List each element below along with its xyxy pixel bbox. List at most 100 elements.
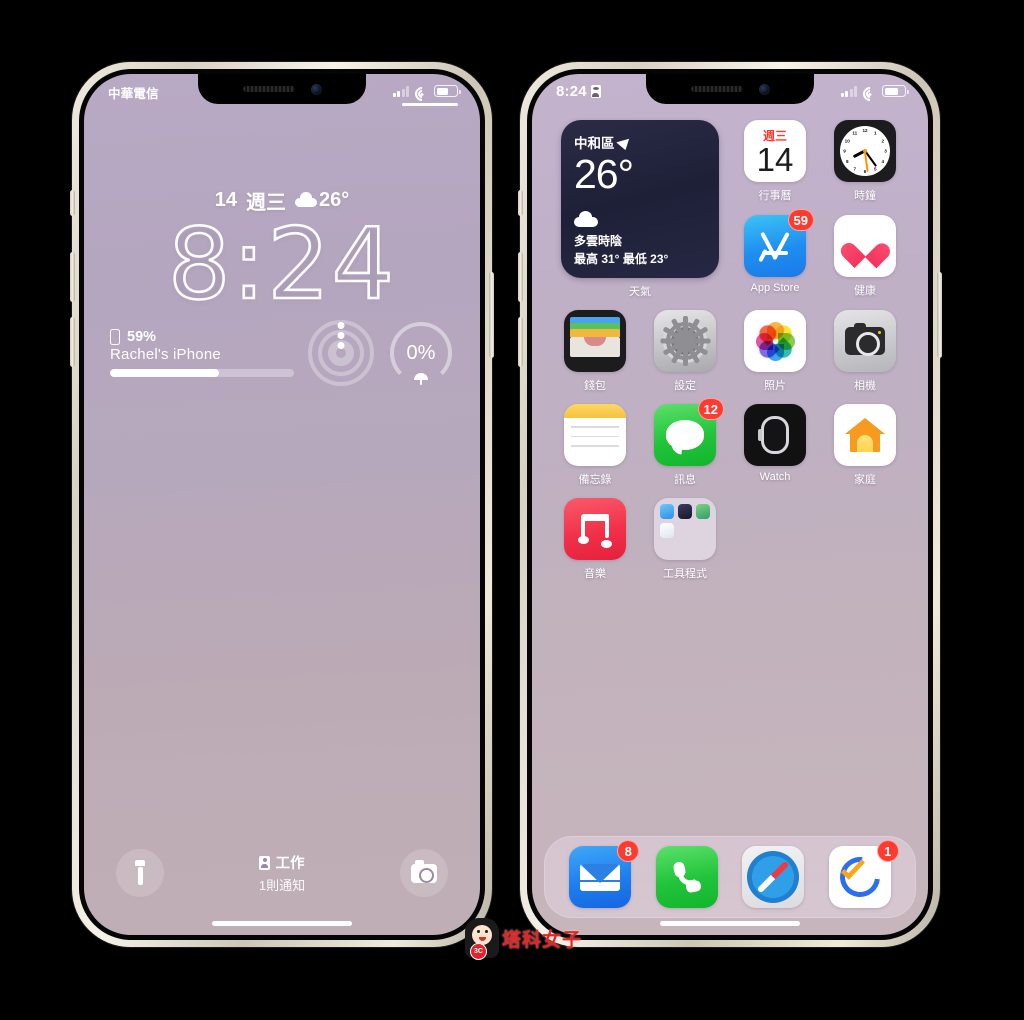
wallet-icon[interactable]: [564, 310, 626, 372]
camera-flash-dot: [877, 330, 881, 334]
flashlight-button[interactable]: [116, 849, 164, 897]
app-app-store[interactable]: 59 App Store: [730, 209, 820, 299]
clock-icon[interactable]: 1 2 3 4 5 6 7 8 9 10 11 12: [834, 120, 896, 182]
notes-label: 備忘錄: [578, 474, 612, 486]
gear-icon: [660, 316, 710, 366]
notes-icon[interactable]: [564, 404, 626, 466]
calendar-icon[interactable]: 週三 14: [744, 120, 806, 182]
home-screen[interactable]: 8:24 中和區 26° 多雲時陰 最高 31° 最低 23° 天氣 週三 14…: [532, 74, 928, 935]
lock-screen[interactable]: 中華電信 14 週三 26° 8:24 59% Rachel's iPhone …: [84, 74, 480, 935]
utilities-folder-icon[interactable]: [654, 498, 716, 560]
phone-icon[interactable]: [655, 846, 718, 908]
dock-mail[interactable]: 8: [569, 840, 640, 908]
clock-tick-11: 11: [852, 130, 858, 136]
clock-face: 1 2 3 4 5 6 7 8 9 10 11 12: [840, 126, 890, 176]
mini-icon-2: [678, 504, 692, 519]
watch-icon[interactable]: [744, 404, 806, 466]
dock-phone[interactable]: [655, 846, 718, 908]
house-icon: [845, 418, 885, 452]
calendar-iconwrap[interactable]: 週三 14: [744, 120, 806, 182]
dock-reminders[interactable]: 1: [828, 840, 899, 908]
earpiece-speaker: [242, 86, 295, 92]
wallet-pocket: [570, 337, 620, 357]
mini-icon-3: [696, 504, 710, 519]
status-left: 中華電信: [108, 83, 159, 102]
notes-header: [564, 404, 626, 418]
health-label: 健康: [854, 285, 876, 297]
umbrella-icon: [414, 373, 428, 385]
volume-down-button-2[interactable]: [518, 317, 523, 367]
camera-app-icon[interactable]: [834, 310, 896, 372]
app-camera[interactable]: 相機: [820, 310, 910, 393]
top-right-icons: 週三 14 行事曆 1 2 3 4 5 6 7 8 9 10 11 12 時鐘 …: [730, 120, 910, 299]
status-right: [392, 83, 461, 104]
app-watch[interactable]: Watch: [730, 404, 820, 487]
clock-tick-10: 10: [844, 138, 850, 144]
app-wallet[interactable]: 錢包: [550, 310, 640, 393]
ring-dot-3: [337, 342, 345, 349]
activity-rings-widget[interactable]: [308, 320, 374, 386]
status-time: 8:24: [556, 83, 587, 100]
iphone-icon: [110, 329, 120, 345]
app-music[interactable]: 音樂: [550, 498, 640, 581]
front-camera-icon-2: [758, 83, 770, 95]
rain-chance-widget[interactable]: 0%: [388, 320, 454, 386]
home-indicator-2[interactable]: [660, 921, 800, 926]
home-app-icon[interactable]: [834, 404, 896, 466]
power-button[interactable]: [489, 272, 494, 358]
settings-icon[interactable]: [654, 310, 716, 372]
volume-up-button[interactable]: [70, 252, 75, 302]
lock-clock[interactable]: 8:24: [84, 207, 480, 324]
wifi-icon-2: [859, 83, 880, 104]
weather-temperature: 26°: [574, 151, 634, 197]
front-camera-icon: [310, 83, 322, 95]
notes-line-2: [571, 435, 619, 438]
home-app-label: 家庭: [854, 474, 876, 486]
appstore-iconwrap[interactable]: 59: [744, 209, 814, 277]
volume-down-button[interactable]: [70, 317, 75, 367]
app-calendar[interactable]: 週三 14 行事曆: [730, 120, 820, 204]
volume-up-button-2[interactable]: [518, 252, 523, 302]
folder-utilities[interactable]: 工具程式: [640, 498, 730, 581]
focus-name: 工作: [275, 856, 305, 872]
focus-row: 工作: [259, 852, 305, 873]
health-iconwrap[interactable]: [834, 215, 896, 277]
mini-icon-1: [660, 504, 674, 519]
app-health[interactable]: 健康: [820, 215, 910, 299]
handset-icon: [672, 862, 702, 892]
status-left-2: 8:24: [556, 83, 601, 100]
music-icon[interactable]: [564, 498, 626, 560]
lock-bottom-row: 工作 1則通知: [84, 849, 480, 897]
mute-switch-2[interactable]: [518, 190, 523, 216]
app-notes[interactable]: 備忘錄: [550, 404, 640, 487]
safari-icon[interactable]: [742, 846, 805, 908]
ring-dot-1: [337, 322, 345, 329]
weather-widget[interactable]: 中和區 26° 多雲時陰 最高 31° 最低 23°: [561, 120, 719, 278]
photos-icon[interactable]: [744, 310, 806, 372]
utilities-label: 工具程式: [663, 568, 707, 580]
mute-switch[interactable]: [70, 190, 75, 216]
messages-iconwrap[interactable]: 12: [654, 398, 724, 466]
app-messages[interactable]: 12 訊息: [640, 398, 730, 487]
app-clock[interactable]: 1 2 3 4 5 6 7 8 9 10 11 12 時鐘: [820, 120, 910, 204]
dock-safari[interactable]: [742, 846, 805, 908]
app-home[interactable]: 家庭: [820, 404, 910, 487]
power-button-2[interactable]: [937, 272, 942, 358]
app-photos[interactable]: 照片: [730, 310, 820, 393]
app-settings[interactable]: 設定: [640, 310, 730, 393]
weather-widget-cell[interactable]: 中和區 26° 多雲時陰 最高 31° 最低 23° 天氣: [550, 120, 730, 299]
clock-iconwrap[interactable]: 1 2 3 4 5 6 7 8 9 10 11 12: [834, 120, 896, 182]
clock-tick-6: 6: [863, 169, 867, 174]
battery-widget[interactable]: 59% Rachel's iPhone: [110, 329, 294, 377]
cellular-signal-icon: [392, 85, 409, 97]
home-indicator[interactable]: [212, 921, 352, 926]
wallet-card-3: [570, 329, 620, 337]
envelope-flap: [580, 863, 621, 883]
reminders-badge: 1: [876, 840, 899, 862]
battery-widget-top: 59%: [110, 329, 294, 345]
camera-button[interactable]: [399, 849, 448, 897]
wallet-label: 錢包: [584, 380, 606, 392]
health-icon[interactable]: [834, 215, 896, 277]
notification-summary[interactable]: 工作 1則通知: [259, 852, 305, 894]
icon-row-5: 音樂 工具程式: [550, 498, 910, 581]
